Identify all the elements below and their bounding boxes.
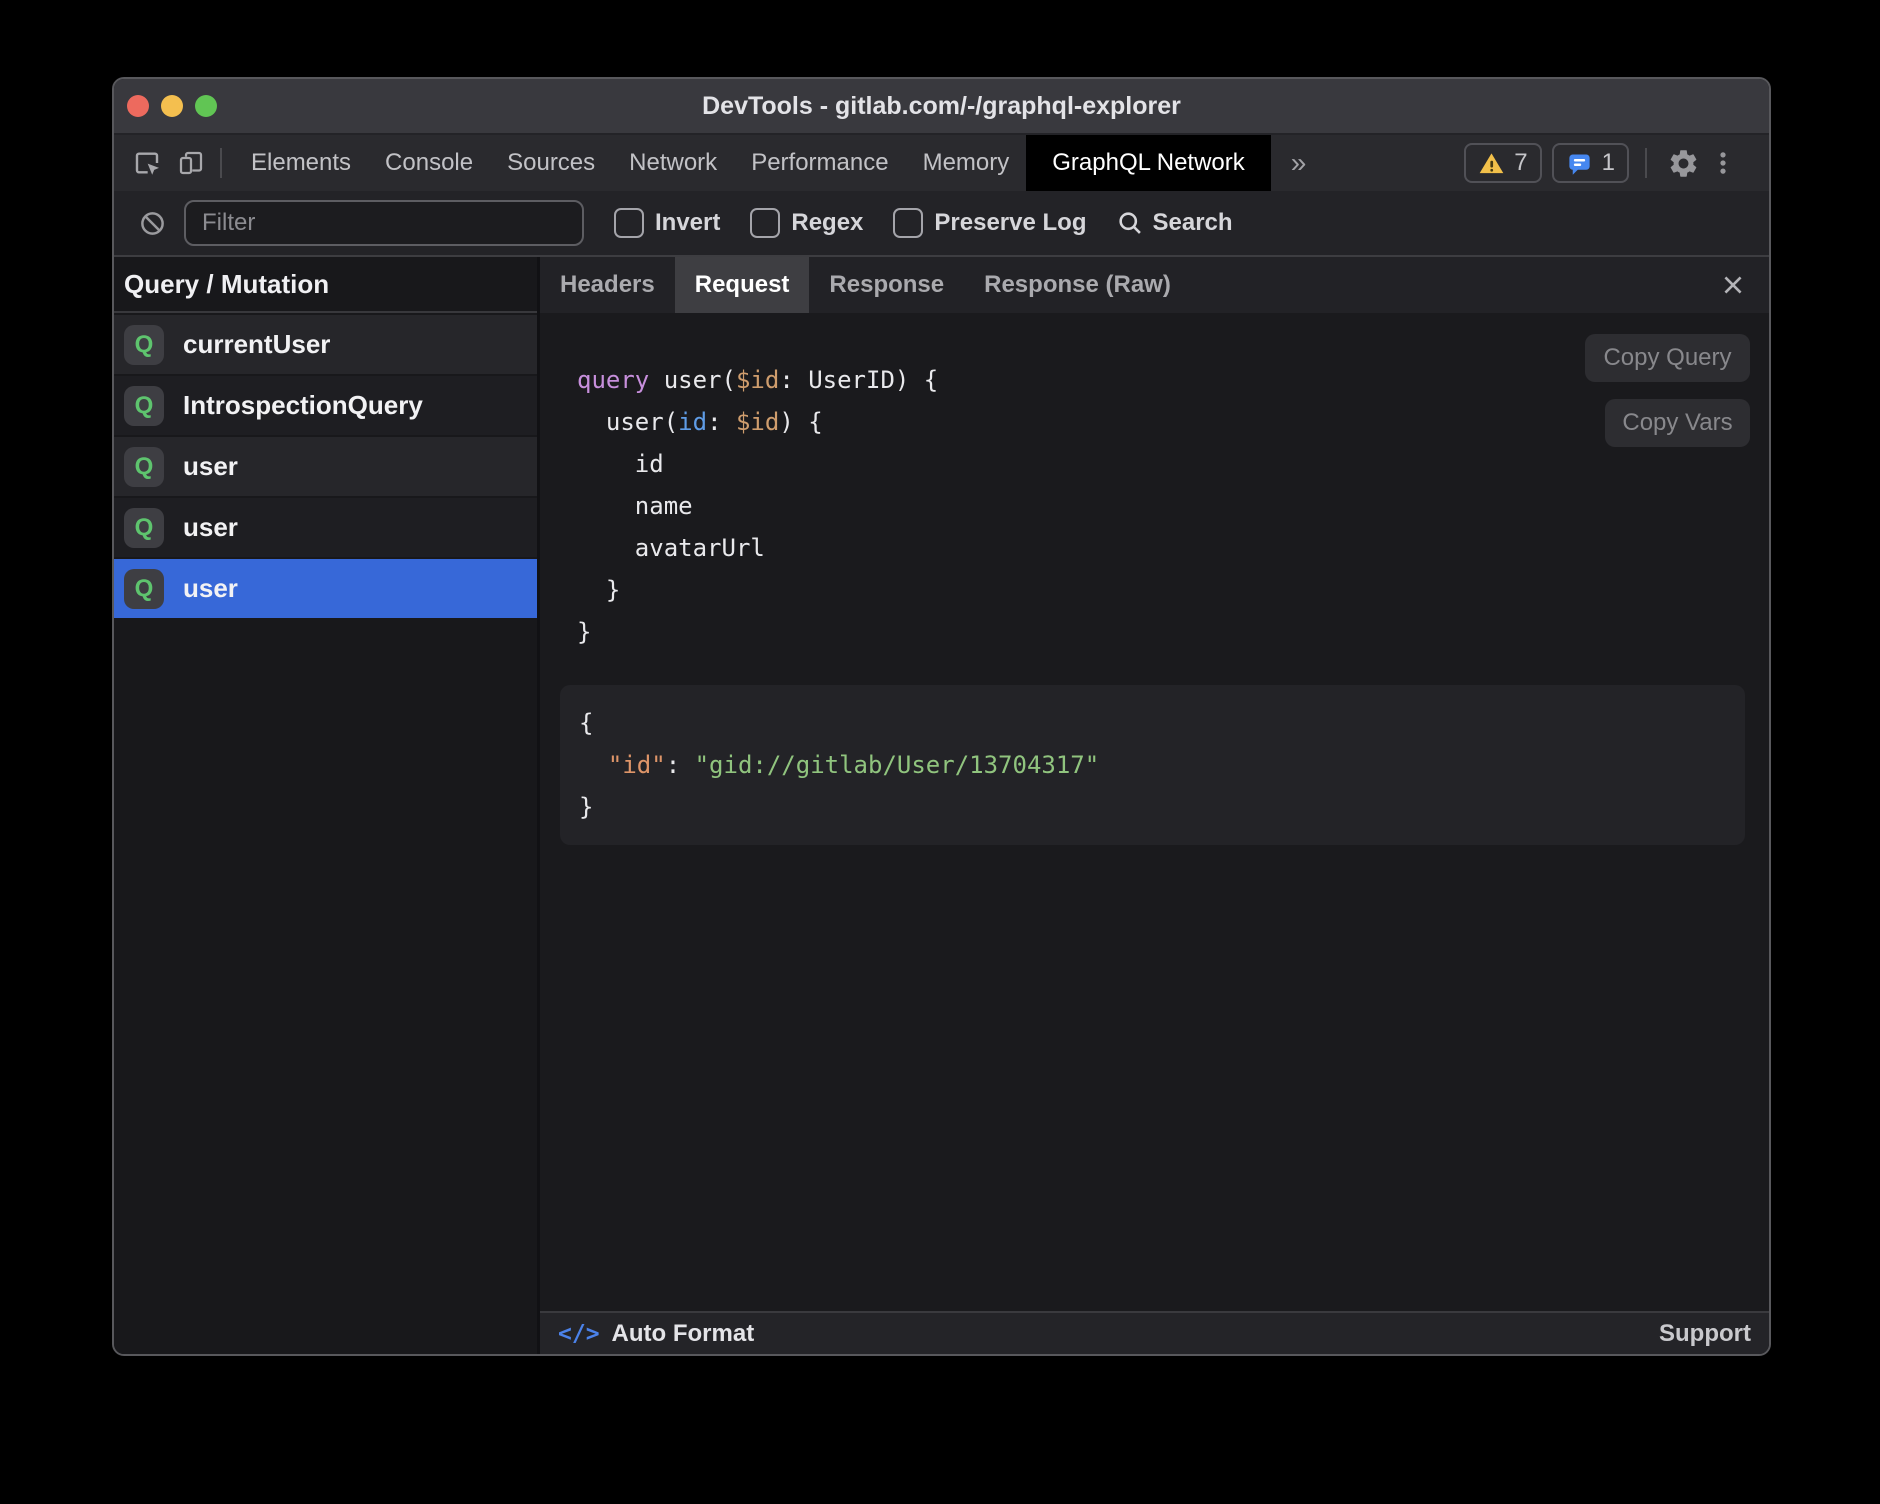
tab-request[interactable]: Request	[675, 257, 810, 313]
settings-gear-icon[interactable]	[1663, 143, 1703, 183]
regex-label: Regex	[791, 209, 863, 237]
regex-checkbox-group: Regex	[750, 208, 863, 238]
warnings-badge-button[interactable]: 7	[1464, 143, 1541, 183]
preserve-log-checkbox-group: Preserve Log	[893, 208, 1086, 238]
code-line: avatarUrl	[577, 527, 1769, 569]
warning-count: 7	[1514, 149, 1527, 177]
copy-vars-button[interactable]: Copy Vars	[1605, 399, 1750, 447]
message-count: 1	[1602, 149, 1615, 177]
query-type-badge: Q	[124, 569, 164, 609]
kebab-menu-icon[interactable]	[1703, 143, 1743, 183]
toolbar-separator	[220, 148, 222, 178]
support-link[interactable]: Support	[1659, 1320, 1751, 1348]
tab-performance[interactable]: Performance	[734, 135, 905, 191]
preserve-log-checkbox[interactable]	[893, 208, 923, 238]
regex-checkbox[interactable]	[750, 208, 780, 238]
invert-checkbox[interactable]	[614, 208, 644, 238]
query-variables-box: { "id": "gid://gitlab/User/13704317" }	[560, 685, 1745, 845]
toolbar-separator	[1645, 148, 1647, 178]
warning-icon	[1478, 150, 1505, 177]
panel-footer: </> Auto Format Support	[540, 1311, 1769, 1354]
preserve-log-label: Preserve Log	[934, 209, 1086, 237]
variables-line: {	[579, 702, 1745, 744]
query-type-badge: Q	[124, 508, 164, 548]
query-list-item[interactable]: Q IntrospectionQuery	[114, 376, 537, 435]
inspect-element-icon[interactable]	[130, 146, 164, 180]
tab-graphql-network[interactable]: GraphQL Network	[1026, 135, 1271, 191]
title-bar: DevTools - gitlab.com/-/graphql-explorer	[114, 79, 1769, 135]
code-line: user(id: $id) {	[577, 401, 1769, 443]
query-type-badge: Q	[124, 447, 164, 487]
traffic-lights	[127, 79, 217, 133]
device-toolbar-icon[interactable]	[174, 146, 208, 180]
query-name: user	[183, 451, 238, 482]
tab-elements[interactable]: Elements	[234, 135, 368, 191]
query-list-sidebar: Query / Mutation Q currentUser Q Introsp…	[114, 257, 540, 1354]
code-line: }	[577, 569, 1769, 611]
message-bubble-icon	[1566, 150, 1593, 177]
detail-tab-bar: Headers Request Response Response (Raw)	[540, 257, 1769, 313]
search-label: Search	[1152, 209, 1232, 237]
more-tabs-chevron-icon[interactable]: »	[1271, 147, 1327, 179]
devtools-tab-bar: Elements Console Sources Network Perform…	[114, 135, 1769, 191]
query-type-badge: Q	[124, 386, 164, 426]
query-list-item[interactable]: Q user	[114, 498, 537, 557]
search-icon	[1116, 209, 1144, 237]
tab-memory[interactable]: Memory	[906, 135, 1027, 191]
clear-block-icon[interactable]	[138, 209, 166, 237]
messages-badge-button[interactable]: 1	[1552, 143, 1629, 183]
copy-query-button[interactable]: Copy Query	[1585, 334, 1750, 382]
invert-checkbox-group: Invert	[614, 208, 720, 238]
query-list-item[interactable]: Q currentUser	[114, 315, 537, 374]
request-panel: query user($id: UserID) { user(id: $id) …	[540, 313, 1769, 1311]
devtools-window: DevTools - gitlab.com/-/graphql-explorer…	[112, 77, 1771, 1356]
variables-line: "id": "gid://gitlab/User/13704317"	[579, 744, 1745, 786]
tab-sources[interactable]: Sources	[490, 135, 612, 191]
graphql-query-code: query user($id: UserID) { user(id: $id) …	[577, 359, 1769, 653]
code-brackets-icon: </>	[558, 1321, 600, 1347]
tab-console[interactable]: Console	[368, 135, 490, 191]
query-name: user	[183, 573, 238, 604]
sidebar-header: Query / Mutation	[114, 257, 537, 313]
window-title: DevTools - gitlab.com/-/graphql-explorer	[702, 92, 1181, 121]
code-line: }	[577, 611, 1769, 653]
variables-line: }	[579, 786, 1745, 828]
query-name: currentUser	[183, 329, 330, 360]
search-control[interactable]: Search	[1116, 209, 1232, 237]
filter-input[interactable]	[184, 200, 584, 246]
auto-format-button[interactable]: Auto Format	[612, 1320, 755, 1348]
tab-response-raw[interactable]: Response (Raw)	[964, 257, 1191, 313]
query-name: user	[183, 512, 238, 543]
tab-network[interactable]: Network	[612, 135, 734, 191]
code-line: id	[577, 443, 1769, 485]
query-list-item[interactable]: Q user	[114, 437, 537, 496]
tab-headers[interactable]: Headers	[540, 257, 675, 313]
maximize-window-button[interactable]	[195, 95, 217, 117]
query-name: IntrospectionQuery	[183, 390, 423, 421]
close-window-button[interactable]	[127, 95, 149, 117]
invert-label: Invert	[655, 209, 720, 237]
filter-bar: Invert Regex Preserve Log Search	[114, 191, 1769, 257]
query-type-badge: Q	[124, 325, 164, 365]
query-list-item-selected[interactable]: Q user	[114, 559, 537, 618]
code-line: name	[577, 485, 1769, 527]
minimize-window-button[interactable]	[161, 95, 183, 117]
close-detail-icon[interactable]	[1713, 257, 1753, 313]
tab-response[interactable]: Response	[809, 257, 964, 313]
